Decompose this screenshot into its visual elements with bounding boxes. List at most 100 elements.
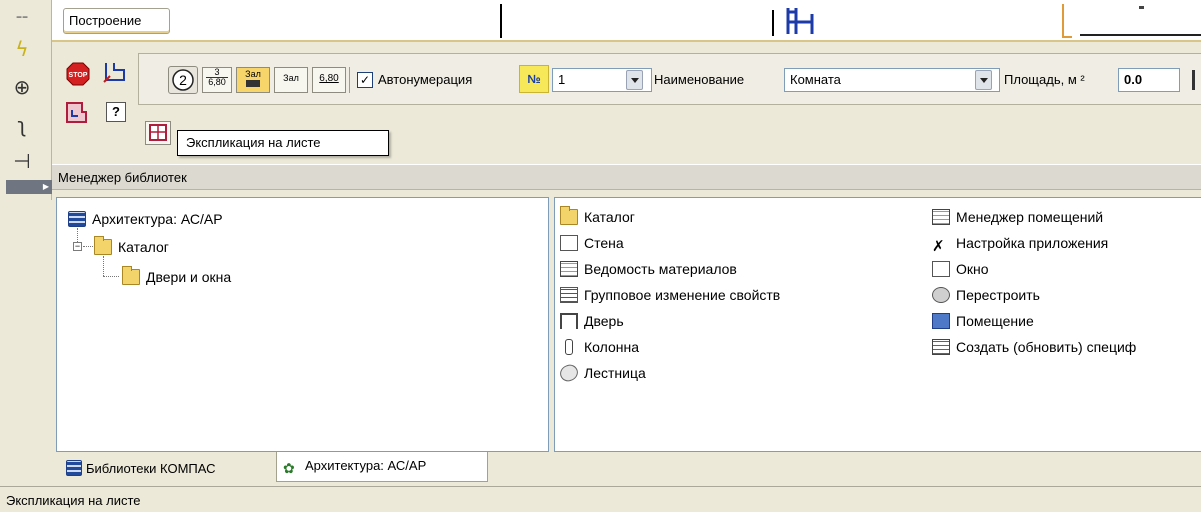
overflow-mark	[1192, 70, 1195, 90]
list-item-rebuild[interactable]: Перестроить	[932, 284, 1040, 308]
list-item-label: Помещение	[956, 313, 1034, 329]
stairs-icon	[557, 362, 581, 384]
tree-item-label: Каталог	[118, 239, 169, 255]
tab-label: Библиотеки КОМПАС	[86, 461, 216, 476]
drawing-mark	[1139, 6, 1144, 9]
room-icon	[932, 313, 950, 329]
list-item-create-spec[interactable]: Создать (обновить) специф	[932, 336, 1201, 360]
construction-tab[interactable]: Построение	[63, 8, 170, 34]
list-item-room-manager[interactable]: Менеджер помещений	[932, 206, 1103, 230]
list-item-label: Колонна	[584, 339, 639, 355]
area-block-icon	[246, 80, 260, 88]
tree-item-catalog[interactable]: Каталог	[94, 236, 169, 260]
folder-icon	[122, 266, 140, 285]
list-item-column[interactable]: Колонна	[560, 336, 639, 360]
fraction-button[interactable]: 3 6,80	[202, 67, 232, 93]
specification-icon	[932, 339, 950, 355]
circled-number-button[interactable]: 2	[168, 66, 198, 94]
drawing-line	[1080, 34, 1201, 36]
tools-icon: ✗	[932, 237, 945, 255]
explication-icon	[149, 124, 167, 141]
room-select-icon[interactable]	[64, 100, 90, 126]
drawing-area[interactable]	[52, 0, 1201, 42]
tab-label: Архитектура: АС/АР	[305, 458, 427, 473]
area-field[interactable]: 0.0	[1118, 68, 1180, 92]
tree-connector	[103, 256, 104, 276]
zal-area-button[interactable]: Зал	[236, 67, 270, 93]
rebuild-icon	[932, 287, 950, 303]
drawing-line	[772, 10, 774, 36]
list-item-catalog[interactable]: Каталог	[560, 206, 635, 230]
expand-arrow-icon[interactable]: ▶	[6, 180, 52, 194]
drawing-glyph-icon	[786, 8, 814, 34]
materials-table-icon	[560, 261, 578, 277]
autonumber-checkbox[interactable]: ✓	[357, 72, 373, 88]
number-dropdown-button[interactable]	[626, 70, 643, 90]
tree-item-label: Двери и окна	[146, 269, 232, 285]
help-icon[interactable]: ?	[106, 102, 126, 122]
room-manager-icon	[932, 209, 950, 225]
stop-icon[interactable]: STOP	[66, 62, 90, 86]
library-manager-header: Менеджер библиотек	[52, 164, 1201, 190]
explication-button[interactable]	[145, 121, 171, 145]
list-item-window[interactable]: Окно	[932, 258, 989, 282]
area-value-button[interactable]: 6,80	[312, 67, 346, 93]
list-item-label: Групповое изменение свойств	[584, 287, 781, 303]
zal-label: Зал	[283, 73, 299, 83]
drawing-line	[500, 4, 502, 38]
properties-list-icon	[560, 287, 578, 303]
name-field[interactable]: Комната	[784, 68, 1000, 92]
perpendicular-icon[interactable]: ⊣	[8, 146, 36, 176]
name-value: Комната	[790, 72, 841, 87]
list-item-materials[interactable]: Ведомость материалов	[560, 258, 737, 282]
drawing-mark	[1062, 4, 1072, 38]
circled-two-icon: 2	[172, 69, 194, 91]
dash-icon[interactable]: ╌	[8, 2, 36, 32]
tab-kompas-libraries[interactable]: Библиотеки КОМПАС	[60, 454, 274, 482]
area-value: 0.0	[1124, 72, 1143, 87]
number-value: 1	[558, 72, 566, 87]
list-item-label: Настройка приложения	[956, 235, 1109, 251]
list-item-label: Каталог	[584, 209, 635, 225]
folder-icon	[560, 206, 578, 225]
list-item-label: Стена	[584, 235, 624, 251]
tree-root-item[interactable]: Архитектура: АС/АР	[68, 208, 223, 232]
list-item-label: Менеджер помещений	[956, 209, 1104, 225]
list-item-wall[interactable]: Стена	[560, 232, 624, 256]
left-tool-strip: ╌ ϟ ⊕ ʅ ⊣ ▶	[0, 0, 52, 200]
list-item-label: Лестница	[584, 365, 646, 381]
svg-text:STOP: STOP	[69, 72, 88, 79]
list-item-stairs[interactable]: Лестница	[557, 362, 646, 386]
list-item-door[interactable]: Дверь	[560, 310, 624, 334]
folder-icon	[94, 236, 112, 255]
library-icon	[68, 211, 86, 227]
architecture-icon: ✿	[283, 461, 295, 477]
list-item-label: Создать (обновить) специф	[956, 339, 1137, 355]
library-icon	[66, 460, 82, 476]
svg-text:2: 2	[179, 72, 187, 88]
zal-label: Зал	[245, 69, 261, 79]
lightning-icon[interactable]: ϟ	[8, 34, 36, 64]
curve-icon[interactable]: ʅ	[8, 110, 36, 140]
list-item-group-change[interactable]: Групповое изменение свойств	[560, 284, 780, 308]
zal-button[interactable]: Зал	[274, 67, 308, 93]
list-item-app-settings[interactable]: ✗ Настройка приложения	[932, 232, 1108, 256]
crosshair-icon[interactable]: ⊕	[8, 72, 36, 102]
tree-collapse-toggle[interactable]: −	[73, 242, 82, 251]
tab-architecture[interactable]: ✿ Архитектура: АС/АР	[276, 452, 488, 482]
tree-item-doors-windows[interactable]: Двери и окна	[122, 266, 231, 290]
autonumber-label: Автонумерация	[378, 72, 473, 87]
list-item-label: Перестроить	[956, 287, 1040, 303]
wall-icon	[560, 235, 578, 251]
tree-connector	[83, 246, 93, 247]
name-dropdown-button[interactable]	[975, 70, 992, 90]
tree-connector	[103, 276, 119, 277]
tree-root-label: Архитектура: АС/АР	[92, 211, 223, 227]
status-bar: Экспликация на листе	[0, 486, 1201, 512]
door-icon	[560, 313, 578, 329]
list-item-label: Дверь	[584, 313, 624, 329]
number-badge: №	[519, 65, 549, 93]
list-item-room[interactable]: Помещение	[932, 310, 1034, 334]
room-outline-icon[interactable]	[102, 60, 128, 86]
area-value-label: 6,80	[319, 73, 339, 84]
